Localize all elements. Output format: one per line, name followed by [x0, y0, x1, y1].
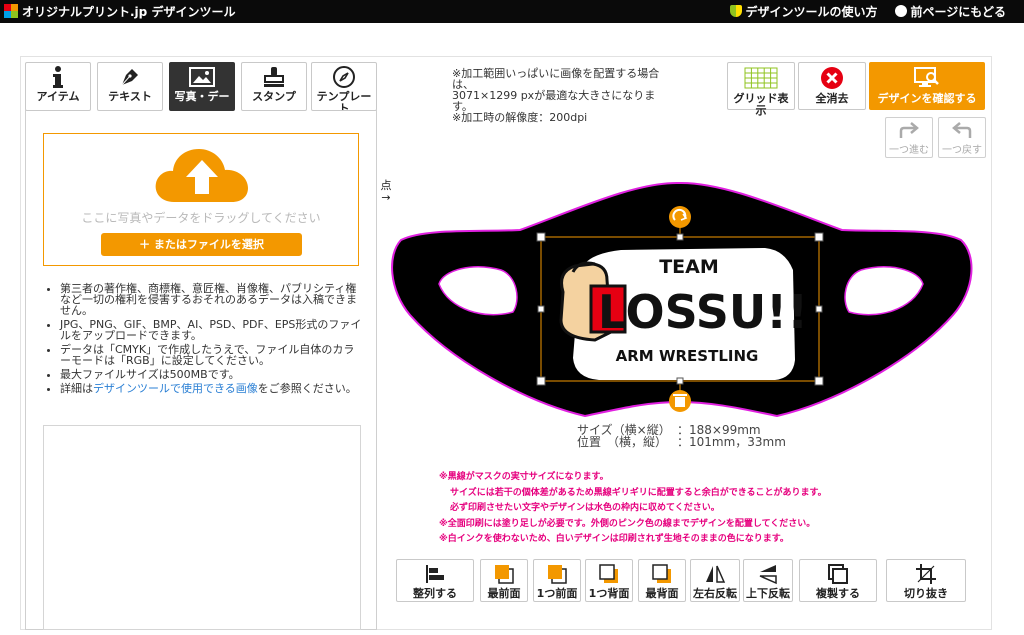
flip-horizontal-icon	[691, 560, 739, 587]
back-link[interactable]: 前ページにもどる	[895, 3, 1006, 20]
note-item: 第三者の著作権、商標権、意匠権、肖像権、パブリシティ権など一切の権利を侵害するお…	[60, 283, 362, 316]
redo-label: 一つ進む	[889, 145, 929, 156]
align-label: 整列する	[413, 587, 457, 600]
upload-dropzone[interactable]: ここに写真やデータをドラッグしてください ＋ またはファイルを選択	[43, 133, 359, 266]
undo-icon	[939, 118, 985, 146]
duplicate-icon	[800, 560, 876, 587]
send-to-back-label: 最背面	[645, 587, 679, 600]
usable-images-link[interactable]: デザインツールで使用できる画像	[93, 382, 258, 395]
tab-text-label: テキスト	[108, 90, 152, 103]
monitor-search-icon	[870, 63, 984, 93]
note-item: JPG、PNG、GIF、BMP、AI、PSD、PDF、EPS形式のファイルをアッ…	[60, 319, 362, 341]
tab-item-label: アイテム	[36, 90, 80, 103]
crop-button[interactable]: 切り抜き	[886, 559, 966, 602]
align-button[interactable]: 整列する	[396, 559, 474, 602]
design-logo[interactable]: TEAM LOSSU!! ARM WRESTLING	[559, 248, 808, 380]
logo-team-text: TEAM	[659, 256, 719, 278]
close-circle-icon	[799, 63, 865, 93]
confirm-design-label: デザインを確認する	[877, 92, 977, 105]
crop-icon	[887, 560, 965, 587]
tab-photo-data-label: 写真・デー	[174, 90, 230, 103]
upload-cloud-icon	[155, 149, 248, 202]
back-arrow-icon	[895, 5, 908, 17]
undo-label: 一つ戻す	[942, 145, 982, 156]
print-note: ※白インクを使わないため、白いデザインは印刷されず生地そのままの色になります。	[439, 534, 789, 545]
crop-label: 切り抜き	[904, 587, 948, 600]
confirm-design-button[interactable]: デザインを確認する	[869, 62, 985, 110]
top-bar: オリジナルプリント.jp デザインツール デザインツールの使い方 前ページにもど…	[0, 0, 1024, 23]
grid-toggle-label: グリッド表示	[733, 92, 789, 117]
note-suffix: をご参照ください。	[257, 382, 357, 395]
brand-title[interactable]: オリジナルプリント.jp デザインツール	[22, 3, 235, 20]
bring-forward-label: 1つ前面	[536, 587, 578, 600]
info-line: ※加工時の解像度：200dpi	[452, 111, 588, 124]
tab-photo-data[interactable]: 写真・デー	[169, 62, 235, 111]
position-value: ：101mm，33mm	[677, 435, 786, 449]
mask-canvas[interactable]: TEAM LOSSU!! ARM WRESTLING	[385, 180, 985, 420]
print-notes: ※黒線がマスクの実寸サイズになります。 サイズには若干の個体差があるため黒線ギリ…	[439, 470, 827, 548]
bring-to-front-icon	[481, 560, 527, 587]
image-icon	[170, 63, 234, 91]
tab-item[interactable]: アイテム	[25, 62, 91, 111]
select-file-button[interactable]: ＋ またはファイルを選択	[101, 233, 302, 256]
help-link-label: デザインツールの使い方	[745, 5, 878, 19]
send-to-back-button[interactable]: 最背面	[638, 559, 686, 602]
print-note: ※全面印刷には塗り足しが必要です。外側のピンク色の線までデザインを配置してくださ…	[439, 518, 816, 529]
send-backward-label: 1つ背面	[588, 587, 630, 600]
clear-all-label: 全消去	[815, 92, 849, 105]
tab-text[interactable]: テキスト	[97, 62, 163, 111]
dropzone-text: ここに写真やデータをドラッグしてください	[81, 211, 321, 225]
note-item-details: 詳細はデザインツールで使用できる画像をご参照ください。	[60, 383, 362, 394]
print-note: 必ず印刷させたい文字やデザインは水色の枠内に収めてください。	[450, 503, 720, 514]
grid-icon	[728, 63, 794, 93]
send-backward-button[interactable]: 1つ背面	[585, 559, 633, 602]
pen-icon	[98, 63, 162, 91]
bring-forward-button[interactable]: 1つ前面	[533, 559, 581, 602]
note-item: データは「CMYK」で作成したうえで、ファイル自体のカラーモードは「RGB」に設…	[60, 344, 362, 366]
grid-toggle-button[interactable]: グリッド表示	[727, 62, 795, 117]
flip-horizontal-label: 左右反転	[693, 587, 737, 600]
note-item: 最大ファイルサイズは500MBです。	[60, 369, 362, 380]
clear-all-button[interactable]: 全消去	[798, 62, 866, 110]
flip-horizontal-button[interactable]: 左右反転	[690, 559, 740, 602]
help-link[interactable]: デザインツールの使い方	[730, 3, 877, 20]
logo-icon	[4, 4, 18, 18]
duplicate-label: 複製する	[816, 587, 860, 600]
info-line: ※加工範囲いっぱいに画像を配置する場合は、	[452, 67, 660, 91]
print-note: サイズには若干の個体差があるため黒線ギリギリに配置すると余白ができることがありま…	[450, 487, 827, 498]
stamp-icon	[242, 63, 306, 91]
flip-vertical-icon	[744, 560, 792, 587]
info-icon	[26, 63, 90, 91]
beginner-mark-icon	[730, 5, 743, 17]
compass-icon	[312, 63, 376, 91]
tab-template[interactable]: テンプレート	[311, 62, 377, 111]
note-prefix: 詳細は	[60, 382, 93, 395]
send-to-back-icon	[639, 560, 685, 587]
info-line: 3071×1299 pxが最適な大きさになります。	[452, 89, 656, 113]
flip-vertical-button[interactable]: 上下反転	[743, 559, 793, 602]
redo-icon	[886, 118, 932, 146]
bring-to-front-button[interactable]: 最前面	[480, 559, 528, 602]
align-icon	[397, 560, 473, 587]
print-note: ※黒線がマスクの実寸サイズになります。	[439, 472, 609, 482]
bring-to-front-label: 最前面	[487, 587, 521, 600]
resolution-info: ※加工範囲いっぱいに画像を配置する場合は、 3071×1299 pxが最適な大き…	[452, 68, 672, 123]
upload-notes: 第三者の著作権、商標権、意匠権、肖像権、パブリシティ権など一切の権利を侵害するお…	[44, 283, 362, 397]
uploaded-images-list[interactable]	[43, 425, 361, 630]
back-link-label: 前ページにもどる	[910, 5, 1006, 19]
logo-sub-text: ARM WRESTLING	[616, 347, 759, 365]
size-position-info: サイズ（横×縦） ：188×99mm 位置 （横，縦） ：101mm，33mm	[577, 424, 786, 448]
tab-stamp-label: スタンプ	[252, 90, 296, 103]
position-label: 位置 （横，縦）	[577, 435, 668, 449]
duplicate-button[interactable]: 複製する	[799, 559, 877, 602]
redo-button[interactable]: 一つ進む	[885, 117, 933, 158]
tab-template-label: テンプレート	[312, 91, 376, 111]
tab-stamp[interactable]: スタンプ	[241, 62, 307, 111]
bring-forward-icon	[534, 560, 580, 587]
undo-button[interactable]: 一つ戻す	[938, 117, 986, 158]
logo-main-text: LOSSU!!	[598, 285, 808, 339]
flip-vertical-label: 上下反転	[746, 587, 790, 600]
send-backward-icon	[586, 560, 632, 587]
